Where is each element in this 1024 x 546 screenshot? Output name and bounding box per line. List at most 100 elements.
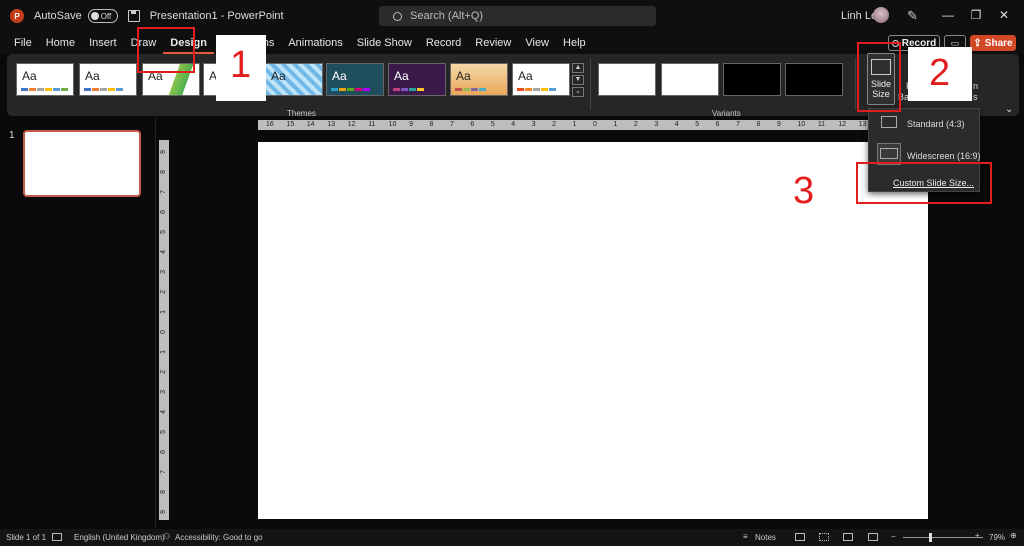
variant-3[interactable] bbox=[723, 63, 781, 96]
theme-2[interactable]: Aa bbox=[79, 63, 137, 96]
tab-help[interactable]: Help bbox=[556, 32, 593, 54]
ruler-tick-label: 7 bbox=[160, 470, 167, 474]
ruler-tick-label: 7 bbox=[160, 190, 167, 194]
variant-4[interactable] bbox=[785, 63, 843, 96]
tab-insert[interactable]: Insert bbox=[82, 32, 124, 54]
widescreen-option[interactable]: Widescreen (16:9) bbox=[907, 151, 981, 161]
theme-aa: Aa bbox=[85, 69, 100, 83]
ruler-tick-label: 6 bbox=[160, 210, 167, 214]
tab-slide-show[interactable]: Slide Show bbox=[350, 32, 419, 54]
ruler-tick-label: 5 bbox=[160, 430, 167, 434]
theme-5[interactable]: Aa bbox=[265, 63, 323, 96]
theme-8[interactable]: Aa bbox=[450, 63, 508, 96]
ruler-tick-label: 9 bbox=[160, 150, 167, 154]
restore-icon[interactable]: ❐ bbox=[968, 8, 984, 22]
theme-aa: Aa bbox=[271, 69, 286, 83]
slide-canvas[interactable] bbox=[258, 142, 928, 519]
fit-slide-icon[interactable]: ⊕ bbox=[1010, 531, 1017, 540]
normal-view-icon[interactable] bbox=[795, 533, 805, 541]
tab-review[interactable]: Review bbox=[468, 32, 518, 54]
annotation-box-slide-size bbox=[857, 42, 901, 112]
accessibility-status[interactable]: Accessibility: Good to go bbox=[175, 533, 263, 542]
gallery-up-icon[interactable]: ▲ bbox=[572, 63, 584, 73]
theme-aa: Aa bbox=[22, 69, 37, 83]
variant-2[interactable] bbox=[661, 63, 719, 96]
ruler-tick-label: 9 bbox=[776, 121, 781, 128]
reading-view-icon[interactable] bbox=[843, 533, 853, 541]
ruler-tick-label: 4 bbox=[674, 121, 679, 128]
gallery-more-icon[interactable]: ⌄ bbox=[572, 87, 584, 97]
ruler-tick-label: 8 bbox=[160, 170, 167, 174]
tab-animations[interactable]: Animations bbox=[281, 32, 349, 54]
theme-aa: Aa bbox=[456, 69, 471, 83]
designer-partial[interactable]: n bbox=[973, 81, 978, 91]
notes-button[interactable]: Notes bbox=[755, 533, 776, 542]
search-icon bbox=[393, 11, 402, 21]
close-icon[interactable]: ✕ bbox=[996, 8, 1012, 22]
ruler-tick-label: 8 bbox=[429, 121, 434, 128]
ruler-tick-label: 1 bbox=[160, 310, 167, 314]
ruler-tick-label: 15 bbox=[286, 121, 295, 128]
tab-home[interactable]: Home bbox=[39, 32, 82, 54]
ruler-tick-label: 5 bbox=[160, 230, 167, 234]
theme-office[interactable]: Aa bbox=[16, 63, 74, 96]
slide-show-icon[interactable] bbox=[868, 533, 878, 541]
spelling-icon[interactable] bbox=[52, 533, 62, 541]
ruler-tick-label: 10 bbox=[388, 121, 397, 128]
tab-view[interactable]: View bbox=[518, 32, 556, 54]
ruler-tick-label: 4 bbox=[160, 250, 167, 254]
ruler-tick-label: 10 bbox=[797, 121, 806, 128]
ruler-tick-label: 2 bbox=[552, 121, 557, 128]
tab-record[interactable]: Record bbox=[419, 32, 468, 54]
horizontal-ruler: 16 15 14 13 12 11 10 9 8 7 6 5 4 3 2 1 0 1 2 3 4 5 6 7 8 9 10 11 12 1… bbox=[258, 120, 928, 130]
theme-9[interactable]: Aa bbox=[512, 63, 570, 96]
annotation-number-2: 2 bbox=[929, 52, 951, 94]
ruler-tick-label: 3 bbox=[531, 121, 536, 128]
designer-partial-2[interactable]: s bbox=[973, 92, 978, 102]
toggle-knob bbox=[90, 12, 99, 20]
ruler-tick-label: 6 bbox=[160, 450, 167, 454]
slide-thumbnail[interactable] bbox=[23, 130, 141, 197]
ruler-tick-label: 13 bbox=[327, 121, 336, 128]
slide-sorter-icon[interactable] bbox=[819, 533, 829, 541]
ruler-tick-label: 7 bbox=[736, 121, 740, 128]
powerpoint-logo-icon: P bbox=[10, 9, 24, 23]
themes-group-label: Themes bbox=[287, 109, 316, 118]
ruler-tick-label: 1 bbox=[613, 121, 618, 128]
theme-6[interactable]: Aa bbox=[326, 63, 384, 96]
ruler-tick-label: 0 bbox=[160, 330, 167, 334]
ruler-tick-label: 4 bbox=[511, 121, 516, 128]
autosave-toggle[interactable]: Off bbox=[87, 9, 118, 23]
ruler-tick-label: 11 bbox=[817, 121, 826, 128]
ruler-tick-label: 16 bbox=[266, 121, 274, 128]
zoom-out-icon[interactable]: − bbox=[891, 532, 896, 541]
user-name[interactable]: Linh Le bbox=[841, 10, 877, 22]
annotation-box-custom-size bbox=[856, 162, 992, 204]
save-icon[interactable] bbox=[127, 10, 140, 22]
pen-icon[interactable]: ✎ bbox=[907, 8, 918, 24]
share-label: Share bbox=[984, 37, 1013, 49]
zoom-slider-handle[interactable] bbox=[929, 533, 932, 542]
minimize-icon[interactable]: — bbox=[940, 8, 956, 22]
zoom-level[interactable]: 79% bbox=[989, 533, 1005, 542]
ruler-tick-label: 3 bbox=[160, 390, 167, 394]
theme-7[interactable]: Aa bbox=[388, 63, 446, 96]
ruler-tick-label: 9 bbox=[160, 510, 167, 514]
share-icon: ⇪ bbox=[973, 37, 982, 49]
slide-info: Slide 1 of 1 bbox=[6, 533, 47, 542]
standard-option[interactable]: Standard (4:3) bbox=[907, 119, 977, 129]
language-status[interactable]: English (United Kingdom) bbox=[74, 533, 165, 542]
ruler-tick-label: 3 bbox=[654, 121, 659, 128]
zoom-slider[interactable] bbox=[903, 537, 983, 538]
avatar[interactable] bbox=[873, 7, 889, 23]
ruler-tick-label: 0 bbox=[593, 121, 597, 128]
ribbon-collapse-icon[interactable]: ⌄ bbox=[1005, 104, 1013, 115]
ruler-tick-label: 4 bbox=[160, 410, 167, 414]
share-button[interactable]: ⇪ Share bbox=[970, 35, 1016, 51]
gallery-down-icon[interactable]: ▼ bbox=[572, 75, 584, 85]
zoom-in-icon[interactable]: + bbox=[975, 531, 980, 540]
tab-file[interactable]: File bbox=[7, 32, 39, 54]
search-input[interactable]: Search (Alt+Q) bbox=[379, 6, 656, 26]
ruler-tick-label: 9 bbox=[409, 121, 413, 128]
variant-1[interactable] bbox=[598, 63, 656, 96]
